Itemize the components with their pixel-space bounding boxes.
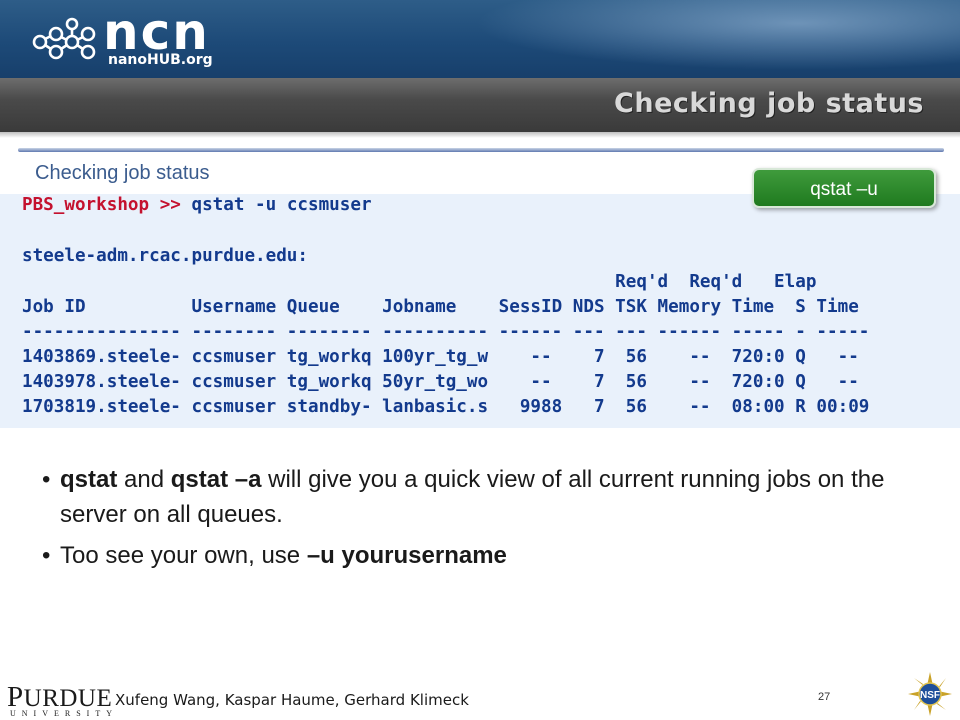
nanohub-logo-text: nanoHUB.org bbox=[108, 52, 213, 68]
qstat-u-badge: qstat –u bbox=[752, 168, 936, 208]
terminal-prompt-symbol: >> bbox=[159, 195, 181, 215]
purdue-logo-rest: URDUE bbox=[23, 685, 113, 712]
title-bar-shadow bbox=[0, 132, 960, 138]
terminal-prompt: PBS_workshop bbox=[22, 195, 150, 215]
footer-authors: Xufeng Wang, Kaspar Haume, Gerhard Klime… bbox=[115, 691, 469, 709]
bullet-bold-text: qstat –a bbox=[170, 466, 262, 493]
terminal-header-line-2: Job ID Username Queue Jobname SessID NDS… bbox=[22, 297, 859, 317]
page-number: 27 bbox=[818, 691, 831, 703]
terminal-command: qstat -u ccsmuser bbox=[180, 195, 372, 215]
terminal-command-line: PBS_workshop >> qstat -u ccsmuser bbox=[22, 194, 372, 216]
terminal-job-row: 1403869.steele- ccsmuser tg_workq 100yr_… bbox=[22, 347, 859, 367]
bullet-bold-text: –u yourusername bbox=[306, 542, 507, 569]
nsf-logo-icon: NSF bbox=[908, 672, 952, 716]
terminal-host-line: steele-adm.rcac.purdue.edu: bbox=[22, 246, 308, 266]
terminal-header-line-1: Req'd Req'd Elap bbox=[22, 272, 817, 292]
slide-title: Checking job status bbox=[614, 88, 924, 119]
nsf-logo-text: NSF bbox=[920, 690, 940, 701]
terminal-separator: --------------- -------- -------- ------… bbox=[22, 322, 870, 342]
bullet-text: Too see your own, use bbox=[60, 542, 307, 569]
terminal-output: PBS_workshop >> qstat -u ccsmuser steele… bbox=[0, 194, 960, 428]
molecule-logo-icon bbox=[32, 17, 96, 60]
terminal-job-row: 1703819.steele- ccsmuser standby- lanbas… bbox=[22, 397, 870, 417]
terminal-job-row: 1403978.steele- ccsmuser tg_workq 50yr_t… bbox=[22, 372, 859, 392]
bullet-text: and bbox=[117, 466, 171, 493]
purdue-logo: PURDUE bbox=[7, 683, 113, 712]
bullet-item: Too see your own, use –u yourusername bbox=[42, 538, 932, 573]
sub-heading: Checking job status bbox=[35, 162, 210, 184]
banner-glow bbox=[420, 0, 960, 78]
bullet-list: qstat and qstat –a will give you a quick… bbox=[42, 462, 932, 573]
header-banner: ncn nanoHUB.org bbox=[0, 0, 960, 78]
purdue-logo-subtitle: UNIVERSITY bbox=[10, 709, 118, 718]
bullet-bold-text: qstat bbox=[60, 466, 118, 493]
divider-rule bbox=[18, 148, 944, 152]
bullet-item: qstat and qstat –a will give you a quick… bbox=[42, 462, 932, 532]
